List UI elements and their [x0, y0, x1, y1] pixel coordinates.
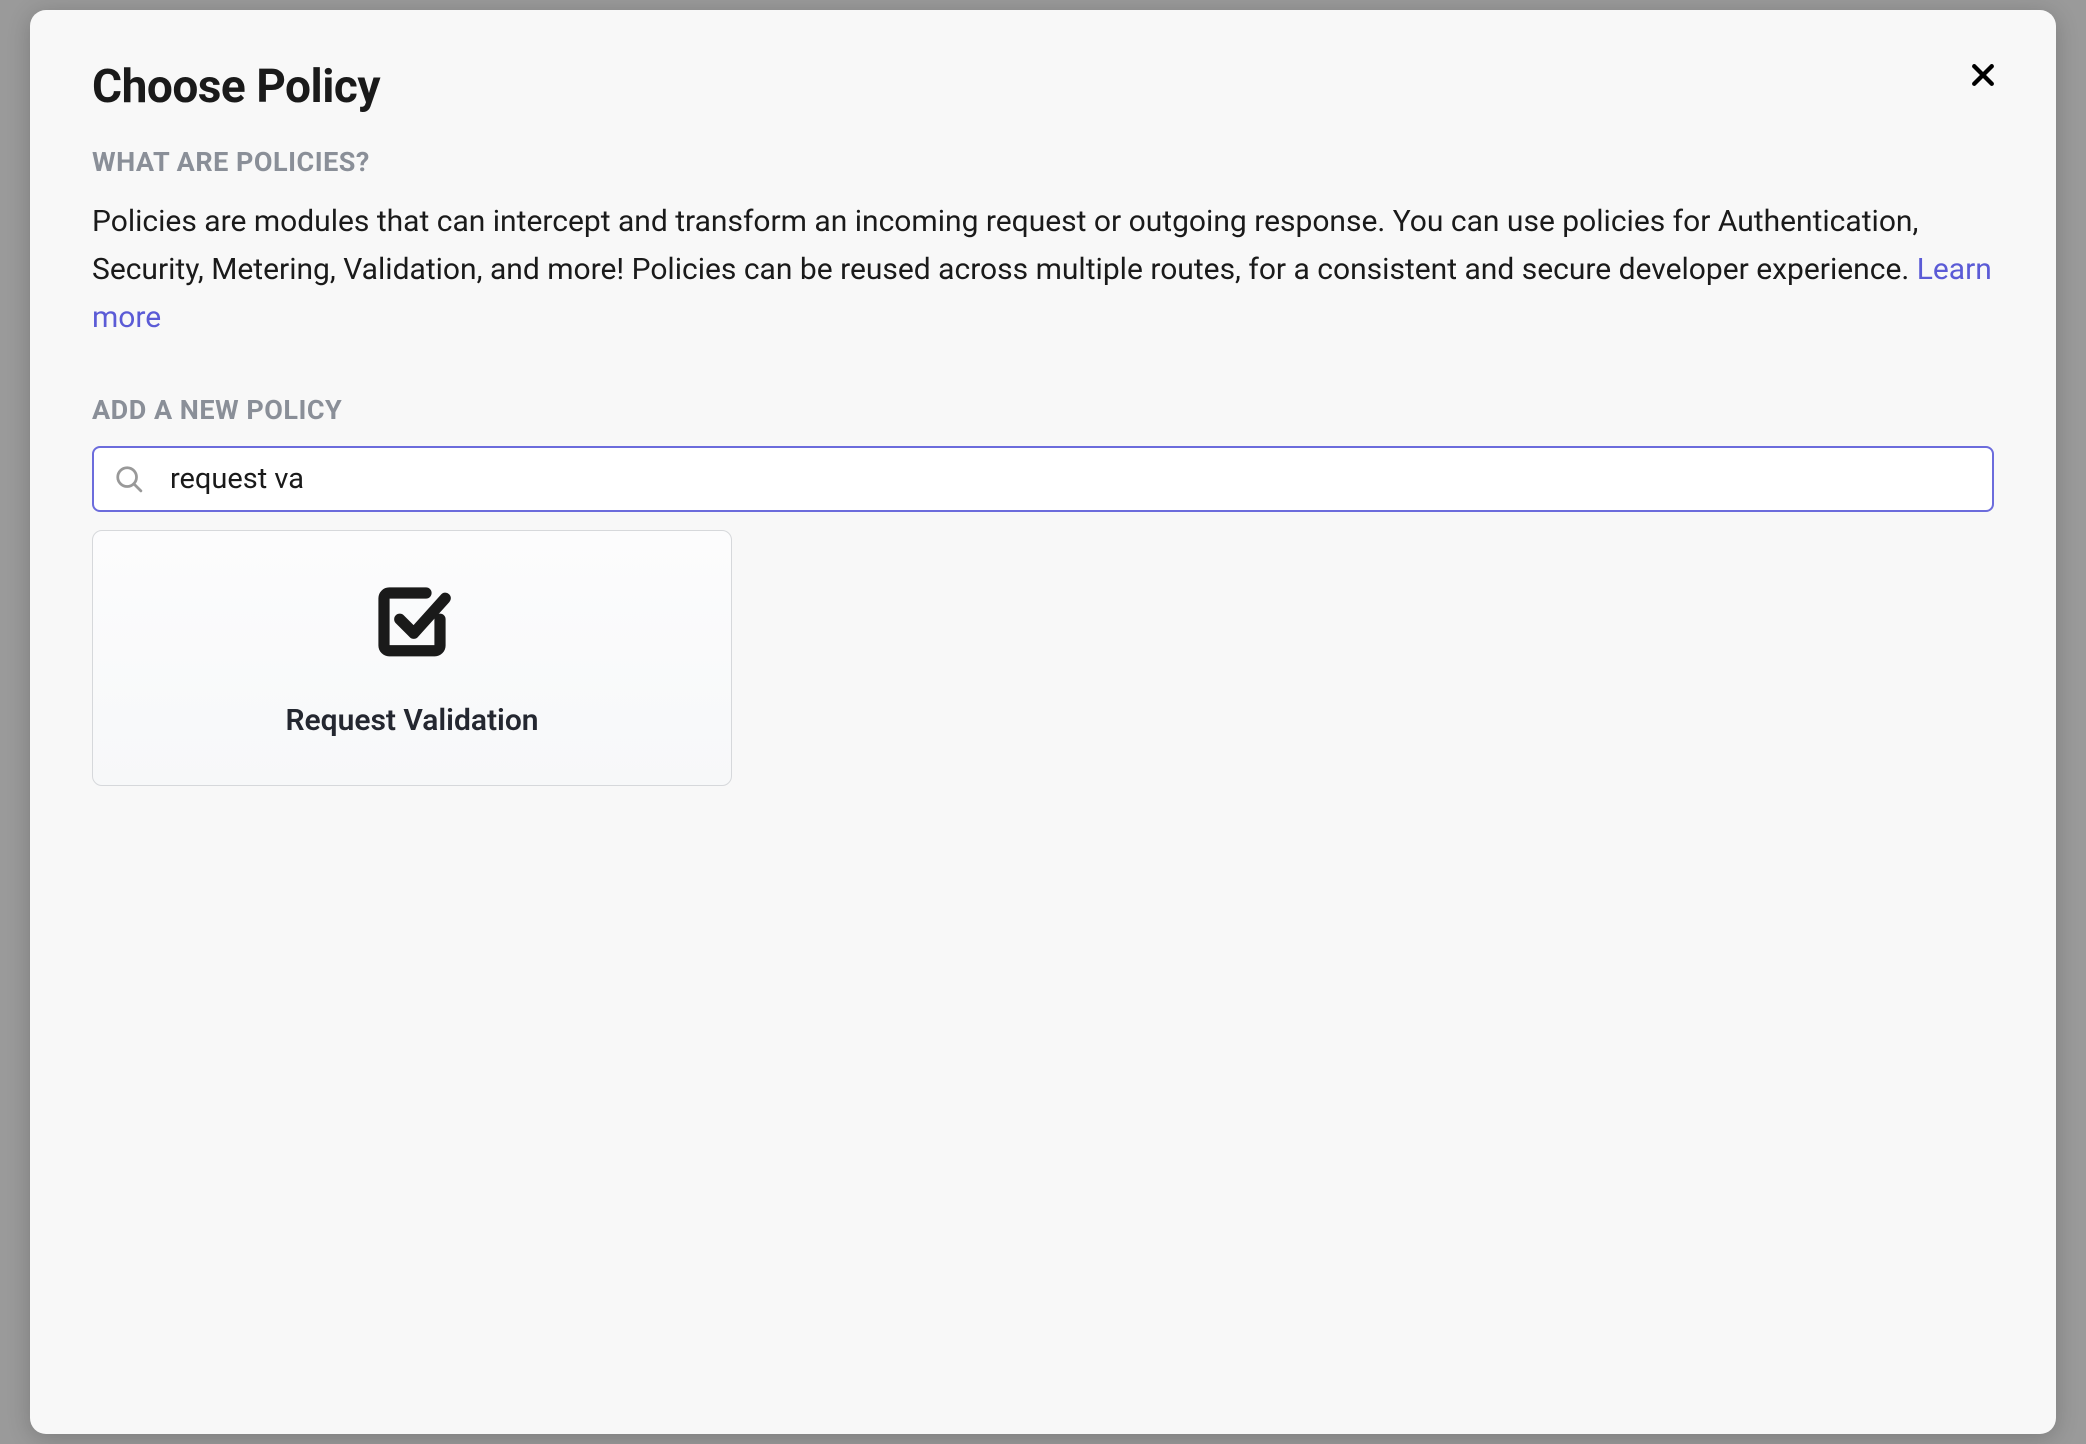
policy-results: Request Validation — [92, 530, 1994, 786]
what-are-policies-heading: WHAT ARE POLICIES? — [92, 146, 1994, 178]
modal-title: Choose Policy — [92, 60, 380, 114]
choose-policy-modal: Choose Policy WHAT ARE POLICIES? Policie… — [30, 10, 2056, 1434]
close-icon — [1968, 60, 1998, 90]
policy-search-input[interactable] — [92, 446, 1994, 512]
policy-card-label: Request Validation — [285, 703, 538, 738]
close-button[interactable] — [1964, 56, 2002, 97]
policies-description: Policies are modules that can intercept … — [92, 198, 1994, 342]
checkbox-checked-icon — [370, 579, 454, 663]
modal-header: Choose Policy — [92, 60, 1994, 114]
description-text: Policies are modules that can intercept … — [92, 204, 1918, 287]
search-wrapper — [92, 446, 1994, 512]
search-icon — [114, 464, 144, 494]
add-new-policy-heading: ADD A NEW POLICY — [92, 394, 1994, 426]
policy-card-request-validation[interactable]: Request Validation — [92, 530, 732, 786]
